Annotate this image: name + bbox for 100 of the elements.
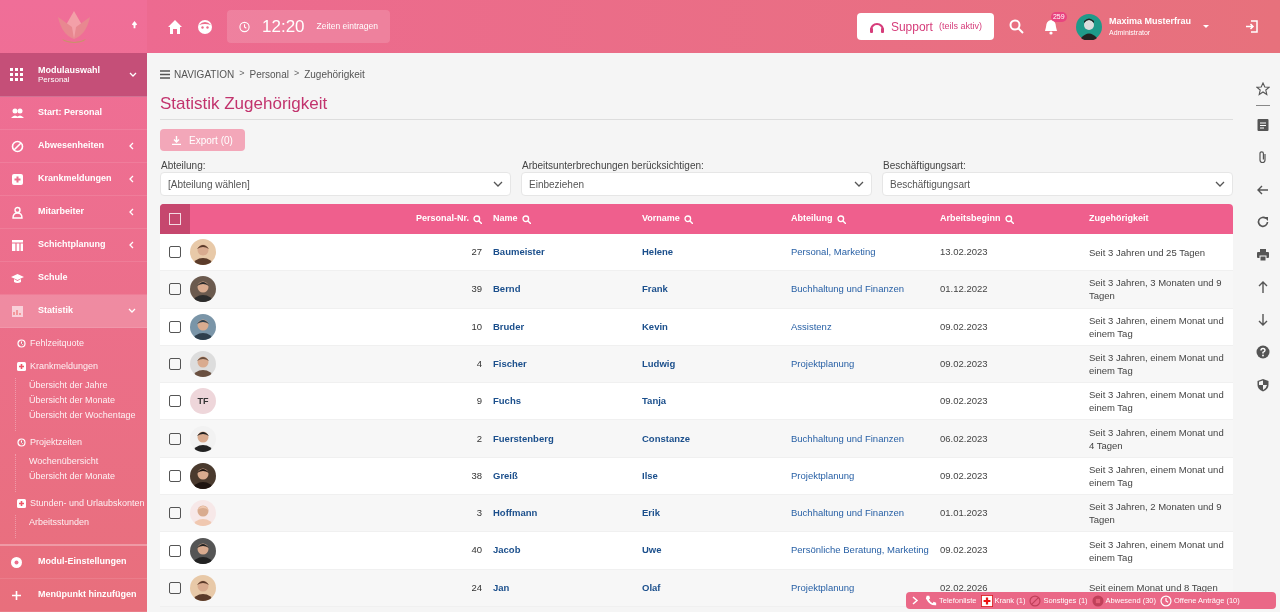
table-cell: 09.02.2023 [940,395,988,407]
department-link[interactable]: Projektplanung [791,357,855,369]
home-icon[interactable] [167,18,183,35]
table-cell-text: Seit 3 Jahren, einem Monat und einem Tag [1089,313,1225,340]
department-link[interactable]: Assistenz [791,320,832,332]
table-cell: 09.02.2023 [940,320,988,332]
name-link[interactable]: Frank [642,283,668,295]
star-icon[interactable] [1255,81,1270,96]
department-link[interactable]: Projektplanung [791,581,855,593]
select-all-checkbox[interactable] [169,213,181,225]
page-title: Statistik Zugehörigkeit [160,95,1233,120]
module-selector[interactable]: Modulauswahl Personal [0,53,147,97]
name-link[interactable]: Kevin [642,320,668,332]
face-icon[interactable] [197,18,213,35]
chevron-icon [128,241,136,249]
name-link[interactable]: Constanze [642,432,691,444]
name-link[interactable]: Fischer [493,357,527,369]
name-link[interactable]: Uwe [642,544,662,556]
name-link[interactable]: Fuchs [493,395,521,407]
row-checkbox[interactable] [169,246,181,259]
name-link[interactable]: Bernd [493,283,521,295]
name-link[interactable]: Olaf [642,581,661,593]
user-avatar[interactable] [1075,13,1102,40]
module-subtitle: Personal [38,74,71,85]
chevron-right-icon [911,596,919,605]
chevron-icon [128,208,136,216]
printer-icon[interactable] [1255,247,1270,262]
name-link[interactable]: Ludwig [642,357,676,369]
row-checkbox[interactable] [169,507,181,520]
chevron-down-icon [854,181,864,187]
breadcrumb-item[interactable]: Personal [249,66,289,82]
search-icon [836,214,846,224]
search-icon [683,214,693,224]
select-field[interactable]: Einbeziehen [521,172,872,196]
department-link[interactable]: Buchhaltung und Finanzen [791,507,905,519]
grid-icon [10,68,23,81]
select-field[interactable]: Beschäftigungsart [882,172,1233,196]
table-cell: 09.02.2023 [940,357,988,369]
ban-icon [11,139,24,153]
row-checkbox[interactable] [169,581,181,594]
clock-icon [1160,594,1172,607]
search-icon[interactable] [1008,19,1024,34]
medical-cross-icon [11,172,24,186]
row-checkbox[interactable] [169,432,181,445]
breadcrumb-separator: > [238,67,246,81]
table-cell: 02.02.2026 [940,581,988,593]
row-checkbox[interactable] [169,358,181,371]
menu-icon [160,69,170,79]
table-cell-text: Seit 3 Jahren, einem Monat und einem Tag [1089,462,1225,489]
medical-cross-icon [17,499,26,508]
department-link[interactable]: Buchhaltung und Finanzen [791,283,905,295]
chevron-icon [128,142,136,150]
history-icon [17,339,26,348]
table-cell-text: 9 [475,394,483,409]
table-cell: 01.01.2023 [940,507,988,519]
search-icon [521,214,531,224]
name-link[interactable]: Ilse [642,469,658,481]
row-checkbox[interactable] [169,283,181,296]
chart-icon [11,304,24,318]
department-link[interactable]: Projektplanung [791,469,855,481]
support-button[interactable]: Support (teils aktiv) [856,13,994,40]
breadcrumb-item[interactable]: Zugehörigkeit [304,66,365,82]
chevron-icon [128,307,136,315]
name-link[interactable]: Hoffmann [493,507,538,519]
name-link[interactable]: Baumeister [493,246,545,257]
name-link[interactable]: Bruder [493,320,525,332]
name-link[interactable]: Helene [642,246,674,257]
logout-icon[interactable] [1245,20,1258,33]
row-checkbox[interactable] [169,395,181,408]
name-link[interactable]: Jacob [493,544,521,556]
stop-icon [1091,594,1104,607]
module-title: Modulauswahl [38,64,101,75]
download-icon [172,135,181,145]
graduation-cap-icon [11,271,24,285]
department-link[interactable]: Buchhaltung und Finanzen [791,432,905,444]
bell-icon[interactable] [1043,18,1058,35]
table-cell-text: Seit 3 Jahren und 25 Tagen [1089,245,1207,259]
medical-cross-icon [980,594,993,607]
clock-time: 12:20 [262,15,305,38]
name-link[interactable]: Jan [493,581,510,593]
table-cell-text: 2 [475,431,483,446]
select-field[interactable]: [Abteilung wählen] [160,172,511,196]
row-checkbox[interactable] [169,320,181,333]
help-icon[interactable] [1255,345,1270,360]
name-link[interactable]: Tanja [642,395,667,407]
row-checkbox[interactable] [169,544,181,557]
name-link[interactable]: Fuerstenberg [493,432,554,444]
department-link[interactable]: Personal, Marketing [791,246,876,257]
name-link[interactable]: Erik [642,507,660,519]
breadcrumb-item[interactable]: NAVIGATION [174,66,235,82]
name-link[interactable]: Greiß [493,469,518,481]
refresh-icon[interactable] [1255,215,1270,230]
shield-icon[interactable] [1255,377,1270,392]
table-cell-text: 3 [475,506,483,521]
note-icon[interactable] [1255,117,1270,132]
row-checkbox[interactable] [169,469,181,482]
avatar-initials: TF [190,388,216,415]
department-link[interactable]: Persönliche Beratung, Marketing [791,544,929,556]
caret-icon[interactable] [1203,24,1209,29]
table-cell: 09.02.2023 [940,469,988,481]
